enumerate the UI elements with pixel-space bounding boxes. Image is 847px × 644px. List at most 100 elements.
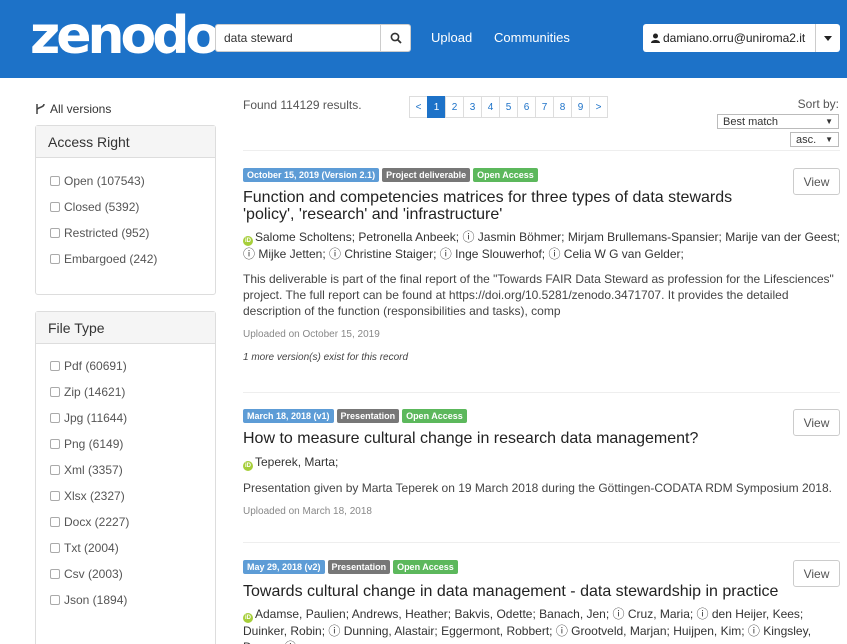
- communities-link[interactable]: Communities: [494, 30, 570, 45]
- user-email: damiano.orru@uniroma2.it: [663, 31, 806, 45]
- facet-label: Png (6149): [64, 437, 124, 451]
- search-button[interactable]: [381, 24, 411, 52]
- page-link[interactable]: 6: [517, 96, 536, 118]
- facet-item[interactable]: Open (107543): [36, 168, 215, 194]
- record-title[interactable]: Function and competencies matrices for t…: [243, 189, 783, 223]
- record-authors: iD Salome Scholtens; Petronella Anbeek; ⓘ…: [243, 229, 840, 262]
- search-input[interactable]: [215, 24, 381, 52]
- view-button[interactable]: View: [793, 168, 840, 195]
- authors-text: Teperek, Marta;: [255, 455, 339, 469]
- facet-checkbox[interactable]: [50, 228, 60, 238]
- facet-item[interactable]: Png (6149): [36, 431, 215, 457]
- facet-label: Csv (2003): [64, 567, 123, 581]
- authors-text: Adamse, Paulien; Andrews, Heather; Bakvi…: [243, 607, 812, 644]
- results-count: Found 114129 results.: [243, 98, 362, 112]
- record-badges: October 15, 2019 (Version 2.1) Project d…: [243, 168, 840, 182]
- page-link[interactable]: 8: [553, 96, 572, 118]
- record-authors: iD Teperek, Marta;: [243, 454, 840, 471]
- pagination: <1 2 3 4 5 6 7 8 9 >: [409, 96, 608, 118]
- divider: [243, 542, 840, 543]
- page-link[interactable]: 4: [481, 96, 500, 118]
- facet-item[interactable]: Jpg (11644): [36, 405, 215, 431]
- facet-item[interactable]: Closed (5392): [36, 194, 215, 220]
- facet-label: Zip (14621): [64, 385, 126, 399]
- record-title[interactable]: Towards cultural change in data manageme…: [243, 583, 783, 600]
- record-authors: iD Adamse, Paulien; Andrews, Heather; Bak…: [243, 606, 840, 644]
- facet-label: Xml (3357): [64, 463, 123, 477]
- sort-by-label: Sort by:: [797, 97, 839, 111]
- caret-down-icon: [824, 35, 832, 41]
- access-badge[interactable]: Open Access: [402, 409, 467, 423]
- facet-checkbox[interactable]: [50, 465, 60, 475]
- record-badges: May 29, 2018 (v2) Presentation Open Acce…: [243, 560, 840, 574]
- page-link[interactable]: 1: [427, 96, 446, 118]
- authors-text: Salome Scholtens; Petronella Anbeek; ⓘ J…: [243, 230, 840, 261]
- search-icon: [390, 32, 402, 44]
- facet-item[interactable]: Zip (14621): [36, 379, 215, 405]
- record-badges: March 18, 2018 (v1) Presentation Open Ac…: [243, 409, 840, 423]
- page-link[interactable]: 5: [499, 96, 518, 118]
- record-versions-note[interactable]: 1 more version(s) exist for this record: [243, 352, 840, 363]
- facet-label: Embargoed (242): [64, 252, 158, 266]
- access-right-title: Access Right: [36, 126, 215, 158]
- facet-checkbox[interactable]: [50, 569, 60, 579]
- zenodo-logo[interactable]: zenodo: [30, 6, 221, 66]
- sort-value: Best match: [723, 115, 779, 128]
- upload-link[interactable]: Upload: [431, 30, 472, 45]
- facet-checkbox[interactable]: [50, 254, 60, 264]
- access-badge[interactable]: Open Access: [473, 168, 538, 182]
- date-badge: March 18, 2018 (v1): [243, 409, 334, 423]
- type-badge[interactable]: Presentation: [327, 560, 391, 574]
- file-type-title: File Type: [36, 312, 215, 344]
- facet-checkbox[interactable]: [50, 595, 60, 605]
- facet-item[interactable]: Docx (2227): [36, 509, 215, 535]
- versions-icon: [36, 103, 45, 114]
- facet-item[interactable]: Txt (2004): [36, 535, 215, 561]
- orcid-icon: iD: [243, 236, 253, 246]
- all-versions-link[interactable]: All versions: [36, 102, 111, 116]
- facet-item[interactable]: Json (1894): [36, 587, 215, 613]
- facet-item[interactable]: Xlsx (2327): [36, 483, 215, 509]
- divider: [243, 150, 840, 151]
- sort-select[interactable]: Best match ▼: [717, 114, 839, 129]
- facet-checkbox[interactable]: [50, 439, 60, 449]
- facet-checkbox[interactable]: [50, 361, 60, 371]
- facet-item[interactable]: Embargoed (242): [36, 246, 215, 272]
- facet-checkbox[interactable]: [50, 517, 60, 527]
- page-link[interactable]: <: [409, 96, 428, 118]
- facet-item[interactable]: Csv (2003): [36, 561, 215, 587]
- caret-down-icon: ▼: [825, 117, 833, 126]
- user-menu-button[interactable]: damiano.orru@uniroma2.it: [643, 24, 815, 52]
- facet-item[interactable]: Xml (3357): [36, 457, 215, 483]
- order-select[interactable]: asc. ▼: [790, 132, 839, 147]
- access-badge[interactable]: Open Access: [393, 560, 458, 574]
- type-badge[interactable]: Project deliverable: [382, 168, 471, 182]
- page-link[interactable]: >: [589, 96, 608, 118]
- view-button[interactable]: View: [793, 409, 840, 436]
- facet-checkbox[interactable]: [50, 413, 60, 423]
- user-menu-toggle[interactable]: [815, 24, 840, 52]
- caret-down-icon: ▼: [825, 135, 833, 144]
- page-link[interactable]: 7: [535, 96, 554, 118]
- user-icon: [651, 33, 660, 43]
- facet-checkbox[interactable]: [50, 543, 60, 553]
- view-button[interactable]: View: [793, 560, 840, 587]
- record-title[interactable]: How to measure cultural change in resear…: [243, 430, 783, 447]
- date-badge: October 15, 2019 (Version 2.1): [243, 168, 380, 182]
- facet-label: Jpg (11644): [64, 411, 128, 425]
- page-link[interactable]: 9: [571, 96, 590, 118]
- facet-item[interactable]: Restricted (952): [36, 220, 215, 246]
- facet-checkbox[interactable]: [50, 202, 60, 212]
- search-bar: [215, 24, 411, 52]
- type-badge[interactable]: Presentation: [336, 409, 400, 423]
- page-link[interactable]: 2: [445, 96, 464, 118]
- record-uploaded: Uploaded on October 15, 2019: [243, 329, 380, 340]
- order-value: asc.: [796, 133, 817, 146]
- facet-item[interactable]: Pdf (60691): [36, 353, 215, 379]
- facet-label: Closed (5392): [64, 200, 140, 214]
- record-uploaded: Uploaded on March 18, 2018: [243, 506, 372, 517]
- facet-checkbox[interactable]: [50, 176, 60, 186]
- facet-checkbox[interactable]: [50, 387, 60, 397]
- facet-checkbox[interactable]: [50, 491, 60, 501]
- page-link[interactable]: 3: [463, 96, 482, 118]
